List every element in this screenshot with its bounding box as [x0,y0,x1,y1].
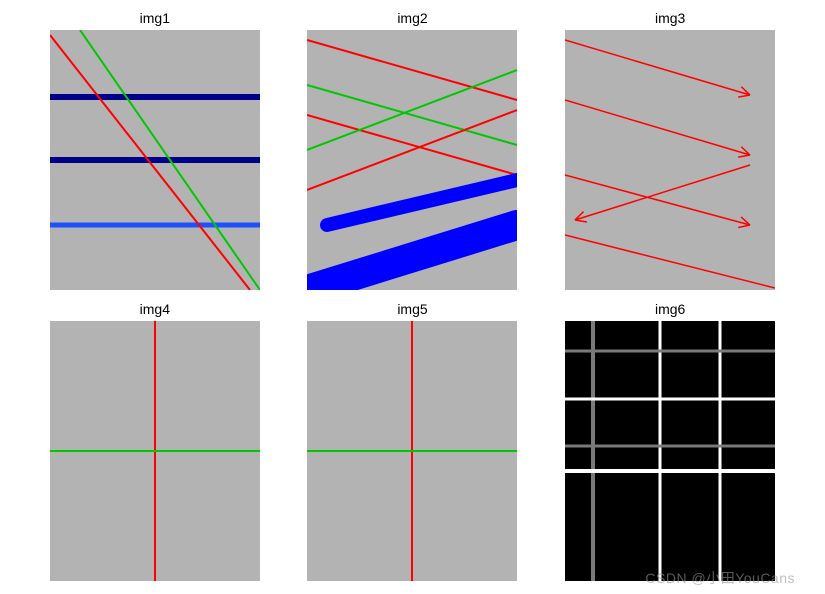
title-img5: img5 [397,301,427,317]
panel-img5 [307,321,517,581]
title-img2: img2 [397,10,427,26]
panel-img1 [50,30,260,290]
chart-grid: img1 img2 img3 img4 img5 img6 [0,0,825,594]
cell-img2: img2 [288,10,538,293]
title-img3: img3 [655,10,685,26]
cell-img5: img5 [288,301,538,584]
panel-img3 [565,30,775,290]
panel-img6 [565,321,775,581]
title-img6: img6 [655,301,685,317]
cell-img1: img1 [30,10,280,293]
cell-img3: img3 [545,10,795,293]
panel-img4 [50,321,260,581]
panel-img2 [307,30,517,290]
title-img4: img4 [140,301,170,317]
cell-img4: img4 [30,301,280,584]
cell-img6: img6 [545,301,795,584]
title-img1: img1 [140,10,170,26]
